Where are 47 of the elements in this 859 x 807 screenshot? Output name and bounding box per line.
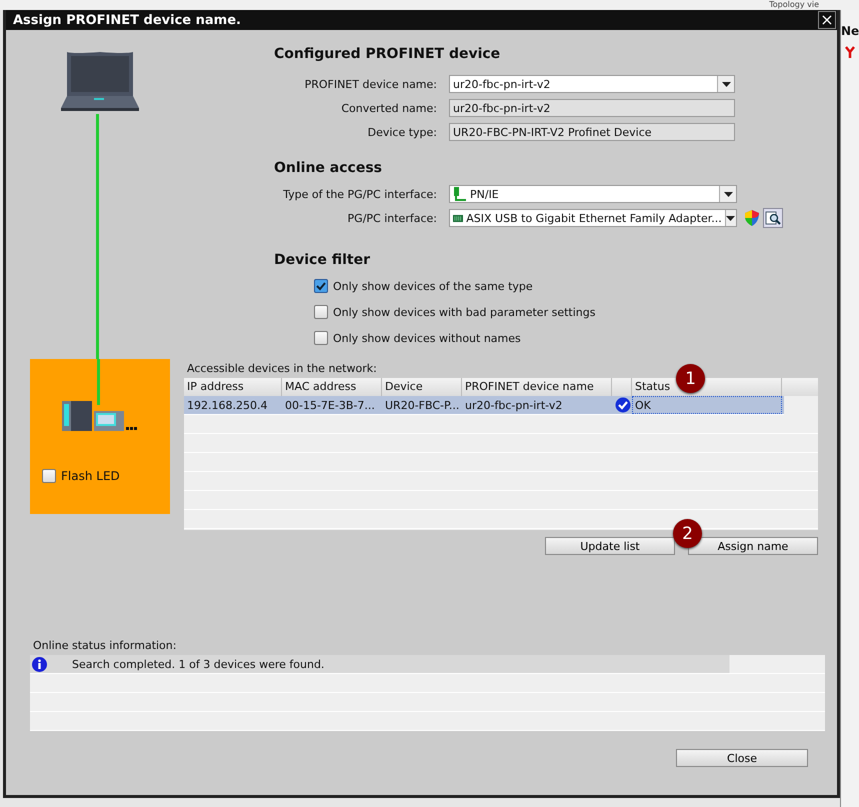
field-label: Type of the PG/PC interface:: [282, 188, 438, 200]
table-cell: 192.168.250.4: [187, 398, 268, 412]
readonly-field: ur20-fbc-pn-irt-v2: [449, 99, 735, 117]
search-icon: [765, 210, 781, 226]
section-heading: Online access: [274, 160, 384, 176]
tab-label[interactable]: Topology vie: [769, 0, 819, 10]
checkbox-label: Flash LED: [61, 469, 120, 483]
device-name-combobox[interactable]: ur20-fbc-pn-irt-v2: [449, 75, 735, 93]
dropdown-arrow-icon: [724, 192, 732, 196]
status-message: Search completed. 1 of 3 devices were found.: [72, 658, 324, 670]
section-heading: Device filter: [274, 252, 371, 268]
readonly-field: UR20-FBC-PN-IRT-V2 Profinet Device: [449, 123, 735, 141]
close-button[interactable]: Close: [676, 749, 808, 767]
interface-dropdown[interactable]: ASIX USB to Gigabit Ethernet Family Adapter...: [449, 209, 737, 227]
callout-badge: 1: [676, 364, 705, 393]
status-caption: Online status information:: [33, 639, 178, 652]
field-label: Converted name:: [340, 102, 438, 114]
field-label: PROFINET device name:: [304, 78, 438, 90]
panel-label: Ne: [841, 24, 859, 38]
checkbox-label: Only show devices with bad parameter settings: [333, 306, 596, 318]
filter-checkbox[interactable]: [314, 305, 328, 319]
check-icon: [615, 397, 631, 413]
dropdown-arrow-icon: [726, 216, 736, 220]
search-button[interactable]: [763, 208, 783, 228]
table-cell: UR20-FBC-P...: [385, 398, 460, 412]
table-cell: ur20-fbc-pn-irt-v2: [465, 398, 562, 412]
field-label: Device type:: [366, 126, 438, 138]
checkbox-label: Only show devices without names: [333, 332, 521, 344]
filter-checkbox[interactable]: [314, 279, 328, 293]
field-label: PG/PC interface:: [346, 212, 438, 224]
table-row[interactable]: 192.168.250.4 00-15-7E-3B-7... UR20-FBC-P... ur20-fbc-pn-irt-v2 OK: [184, 396, 784, 415]
checkbox-label: Only show devices of the same type: [333, 280, 533, 292]
action-button[interactable]: Assign name: [688, 537, 818, 555]
dropdown-arrow-icon: [722, 82, 730, 86]
laptop-icon: [59, 50, 141, 114]
interface-type-dropdown[interactable]: PN/IE: [449, 185, 737, 203]
close-button[interactable]: ×: [818, 11, 836, 29]
window-title: Assign PROFINET device name.: [13, 12, 241, 28]
device-icon: [60, 359, 140, 431]
table-caption: Accessible devices in the network:: [187, 362, 378, 375]
table-cell: 00-15-7E-3B-7...: [285, 398, 375, 412]
table-cell: OK: [635, 398, 651, 412]
flash-led-checkbox[interactable]: [42, 469, 56, 483]
action-button[interactable]: Update list: [545, 537, 675, 555]
section-heading: Configured PROFINET device: [274, 46, 502, 62]
network-port-icon: [453, 187, 467, 201]
filter-checkbox[interactable]: [314, 331, 328, 345]
